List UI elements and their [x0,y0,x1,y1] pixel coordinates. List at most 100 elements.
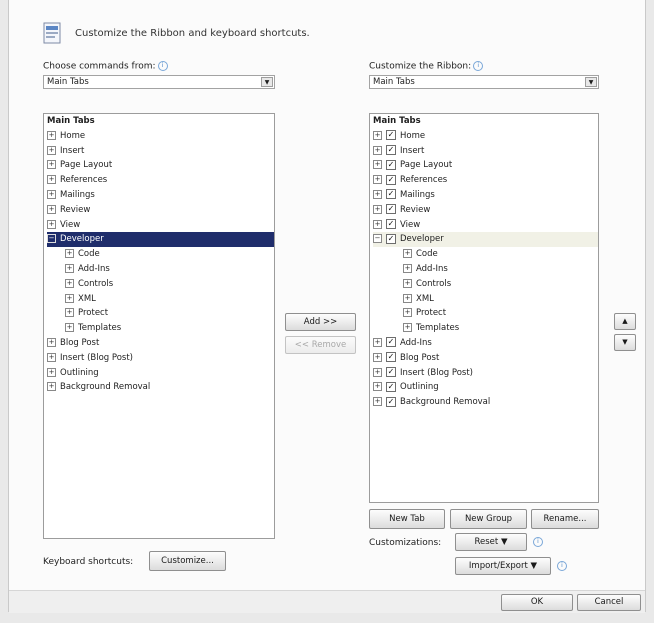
commands-list-item[interactable]: + Templates [47,321,274,336]
expand-icon[interactable]: + [47,337,56,347]
collapse-icon[interactable]: − [47,234,56,244]
ribbon-tree-item[interactable]: + XML [373,292,598,307]
ribbon-tree-item[interactable]: + Templates [373,321,598,336]
info-icon[interactable]: i [157,61,168,71]
commands-list-item[interactable]: + Protect [47,306,274,321]
remove-button[interactable]: << Remove [285,336,356,354]
rename-button[interactable]: Rename... [531,509,599,529]
checkbox-checked-icon[interactable]: ✓ [386,396,396,407]
expand-icon[interactable]: + [403,263,412,273]
expand-icon[interactable]: + [47,145,56,155]
checkbox-checked-icon[interactable]: ✓ [386,130,396,141]
expand-icon[interactable]: + [47,352,56,362]
commands-list[interactable]: Main Tabs + Home + Insert + Page Layout + Refere… [43,113,275,539]
ribbon-tree-item[interactable]: + ✓ Page Layout [373,158,598,173]
expand-icon[interactable]: + [47,175,56,185]
expand-icon[interactable]: + [373,367,382,377]
ribbon-tree-item[interactable]: + Add-Ins [373,262,598,277]
ribbon-tree-item[interactable]: + ✓ Insert (Blog Post) [373,366,598,381]
expand-icon[interactable]: + [47,382,56,392]
expand-icon[interactable]: + [373,204,382,214]
expand-icon[interactable]: + [65,308,74,318]
ribbon-tree-item[interactable]: + ✓ Review [373,203,598,218]
checkbox-checked-icon[interactable]: ✓ [386,337,396,348]
new-group-button[interactable]: New Group [450,509,527,529]
reset-button[interactable]: Reset ▼ [455,533,527,551]
add-button[interactable]: Add >> [285,313,356,331]
expand-icon[interactable]: + [65,293,74,303]
checkbox-checked-icon[interactable]: ✓ [386,174,396,185]
commands-list-item[interactable]: + Code [47,247,274,262]
import-export-button[interactable]: Import/Export ▼ [455,557,551,575]
commands-list-item[interactable]: + Home [47,129,274,144]
customize-shortcuts-button[interactable]: Customize... [149,551,226,571]
ribbon-tree-item[interactable]: + ✓ Outlining [373,380,598,395]
expand-icon[interactable]: + [47,204,56,214]
expand-icon[interactable]: + [373,352,382,362]
expand-icon[interactable]: + [65,278,74,288]
ribbon-tabs-tree[interactable]: Main Tabs + ✓ Home + ✓ Insert + ✓ Page Layout + ✓ Re… [369,113,599,503]
expand-icon[interactable]: + [65,263,74,273]
expand-icon[interactable]: + [373,397,382,407]
ribbon-tree-item[interactable]: + ✓ Background Removal [373,395,598,410]
customize-ribbon-dropdown[interactable]: Main Tabs ▼ [369,75,599,89]
cancel-button[interactable]: Cancel [577,594,641,611]
ribbon-tree-item[interactable]: + ✓ View [373,218,598,233]
ribbon-tree-item[interactable]: + Code [373,247,598,262]
commands-list-item[interactable]: + Outlining [47,366,274,381]
expand-icon[interactable]: + [373,337,382,347]
ribbon-tree-item[interactable]: − ✓ Developer [373,232,598,248]
commands-list-item[interactable]: + Controls [47,277,274,292]
ribbon-tree-item[interactable]: + ✓ Home [373,129,598,144]
expand-icon[interactable]: + [373,130,382,140]
commands-list-item[interactable]: − Developer [47,232,274,248]
ribbon-tree-item[interactable]: + ✓ Insert [373,144,598,159]
info-icon[interactable]: i [533,537,543,547]
checkbox-checked-icon[interactable]: ✓ [386,189,396,200]
ribbon-tree-item[interactable]: + Protect [373,306,598,321]
commands-list-item[interactable]: + Add-Ins [47,262,274,277]
chevron-down-icon[interactable]: ▼ [261,77,273,87]
expand-icon[interactable]: + [373,145,382,155]
choose-commands-dropdown[interactable]: Main Tabs ▼ [43,75,275,89]
checkbox-checked-icon[interactable]: ✓ [386,204,396,215]
commands-list-item[interactable]: + XML [47,292,274,307]
expand-icon[interactable]: + [403,293,412,303]
ribbon-tree-item[interactable]: + ✓ Add-Ins [373,336,598,351]
checkbox-checked-icon[interactable]: ✓ [386,381,396,392]
move-down-button[interactable]: ▼ [614,334,636,351]
checkbox-checked-icon[interactable]: ✓ [386,159,396,170]
expand-icon[interactable]: + [65,249,74,259]
commands-list-item[interactable]: + Insert [47,144,274,159]
expand-icon[interactable]: + [373,382,382,392]
info-icon[interactable]: i [557,561,567,571]
chevron-down-icon[interactable]: ▼ [585,77,597,87]
expand-icon[interactable]: + [373,219,382,229]
new-tab-button[interactable]: New Tab [369,509,445,529]
commands-list-item[interactable]: + Blog Post [47,336,274,351]
expand-icon[interactable]: + [47,367,56,377]
ribbon-tree-item[interactable]: + ✓ Blog Post [373,351,598,366]
commands-list-item[interactable]: + References [47,173,274,188]
collapse-icon[interactable]: − [373,234,382,244]
expand-icon[interactable]: + [47,219,56,229]
expand-icon[interactable]: + [65,323,74,333]
expand-icon[interactable]: + [403,249,412,259]
commands-list-item[interactable]: + View [47,218,274,233]
expand-icon[interactable]: + [373,189,382,199]
ribbon-tree-item[interactable]: + ✓ References [373,173,598,188]
checkbox-checked-icon[interactable]: ✓ [386,145,396,156]
expand-icon[interactable]: + [403,308,412,318]
expand-icon[interactable]: + [373,160,382,170]
expand-icon[interactable]: + [47,160,56,170]
expand-icon[interactable]: + [47,189,56,199]
expand-icon[interactable]: + [403,323,412,333]
info-icon[interactable]: i [473,61,484,71]
ok-button[interactable]: OK [501,594,573,611]
commands-list-item[interactable]: + Background Removal [47,380,274,395]
expand-icon[interactable]: + [403,278,412,288]
checkbox-checked-icon[interactable]: ✓ [386,219,396,230]
checkbox-checked-icon[interactable]: ✓ [386,233,396,244]
commands-list-item[interactable]: + Review [47,203,274,218]
commands-list-item[interactable]: + Page Layout [47,158,274,173]
